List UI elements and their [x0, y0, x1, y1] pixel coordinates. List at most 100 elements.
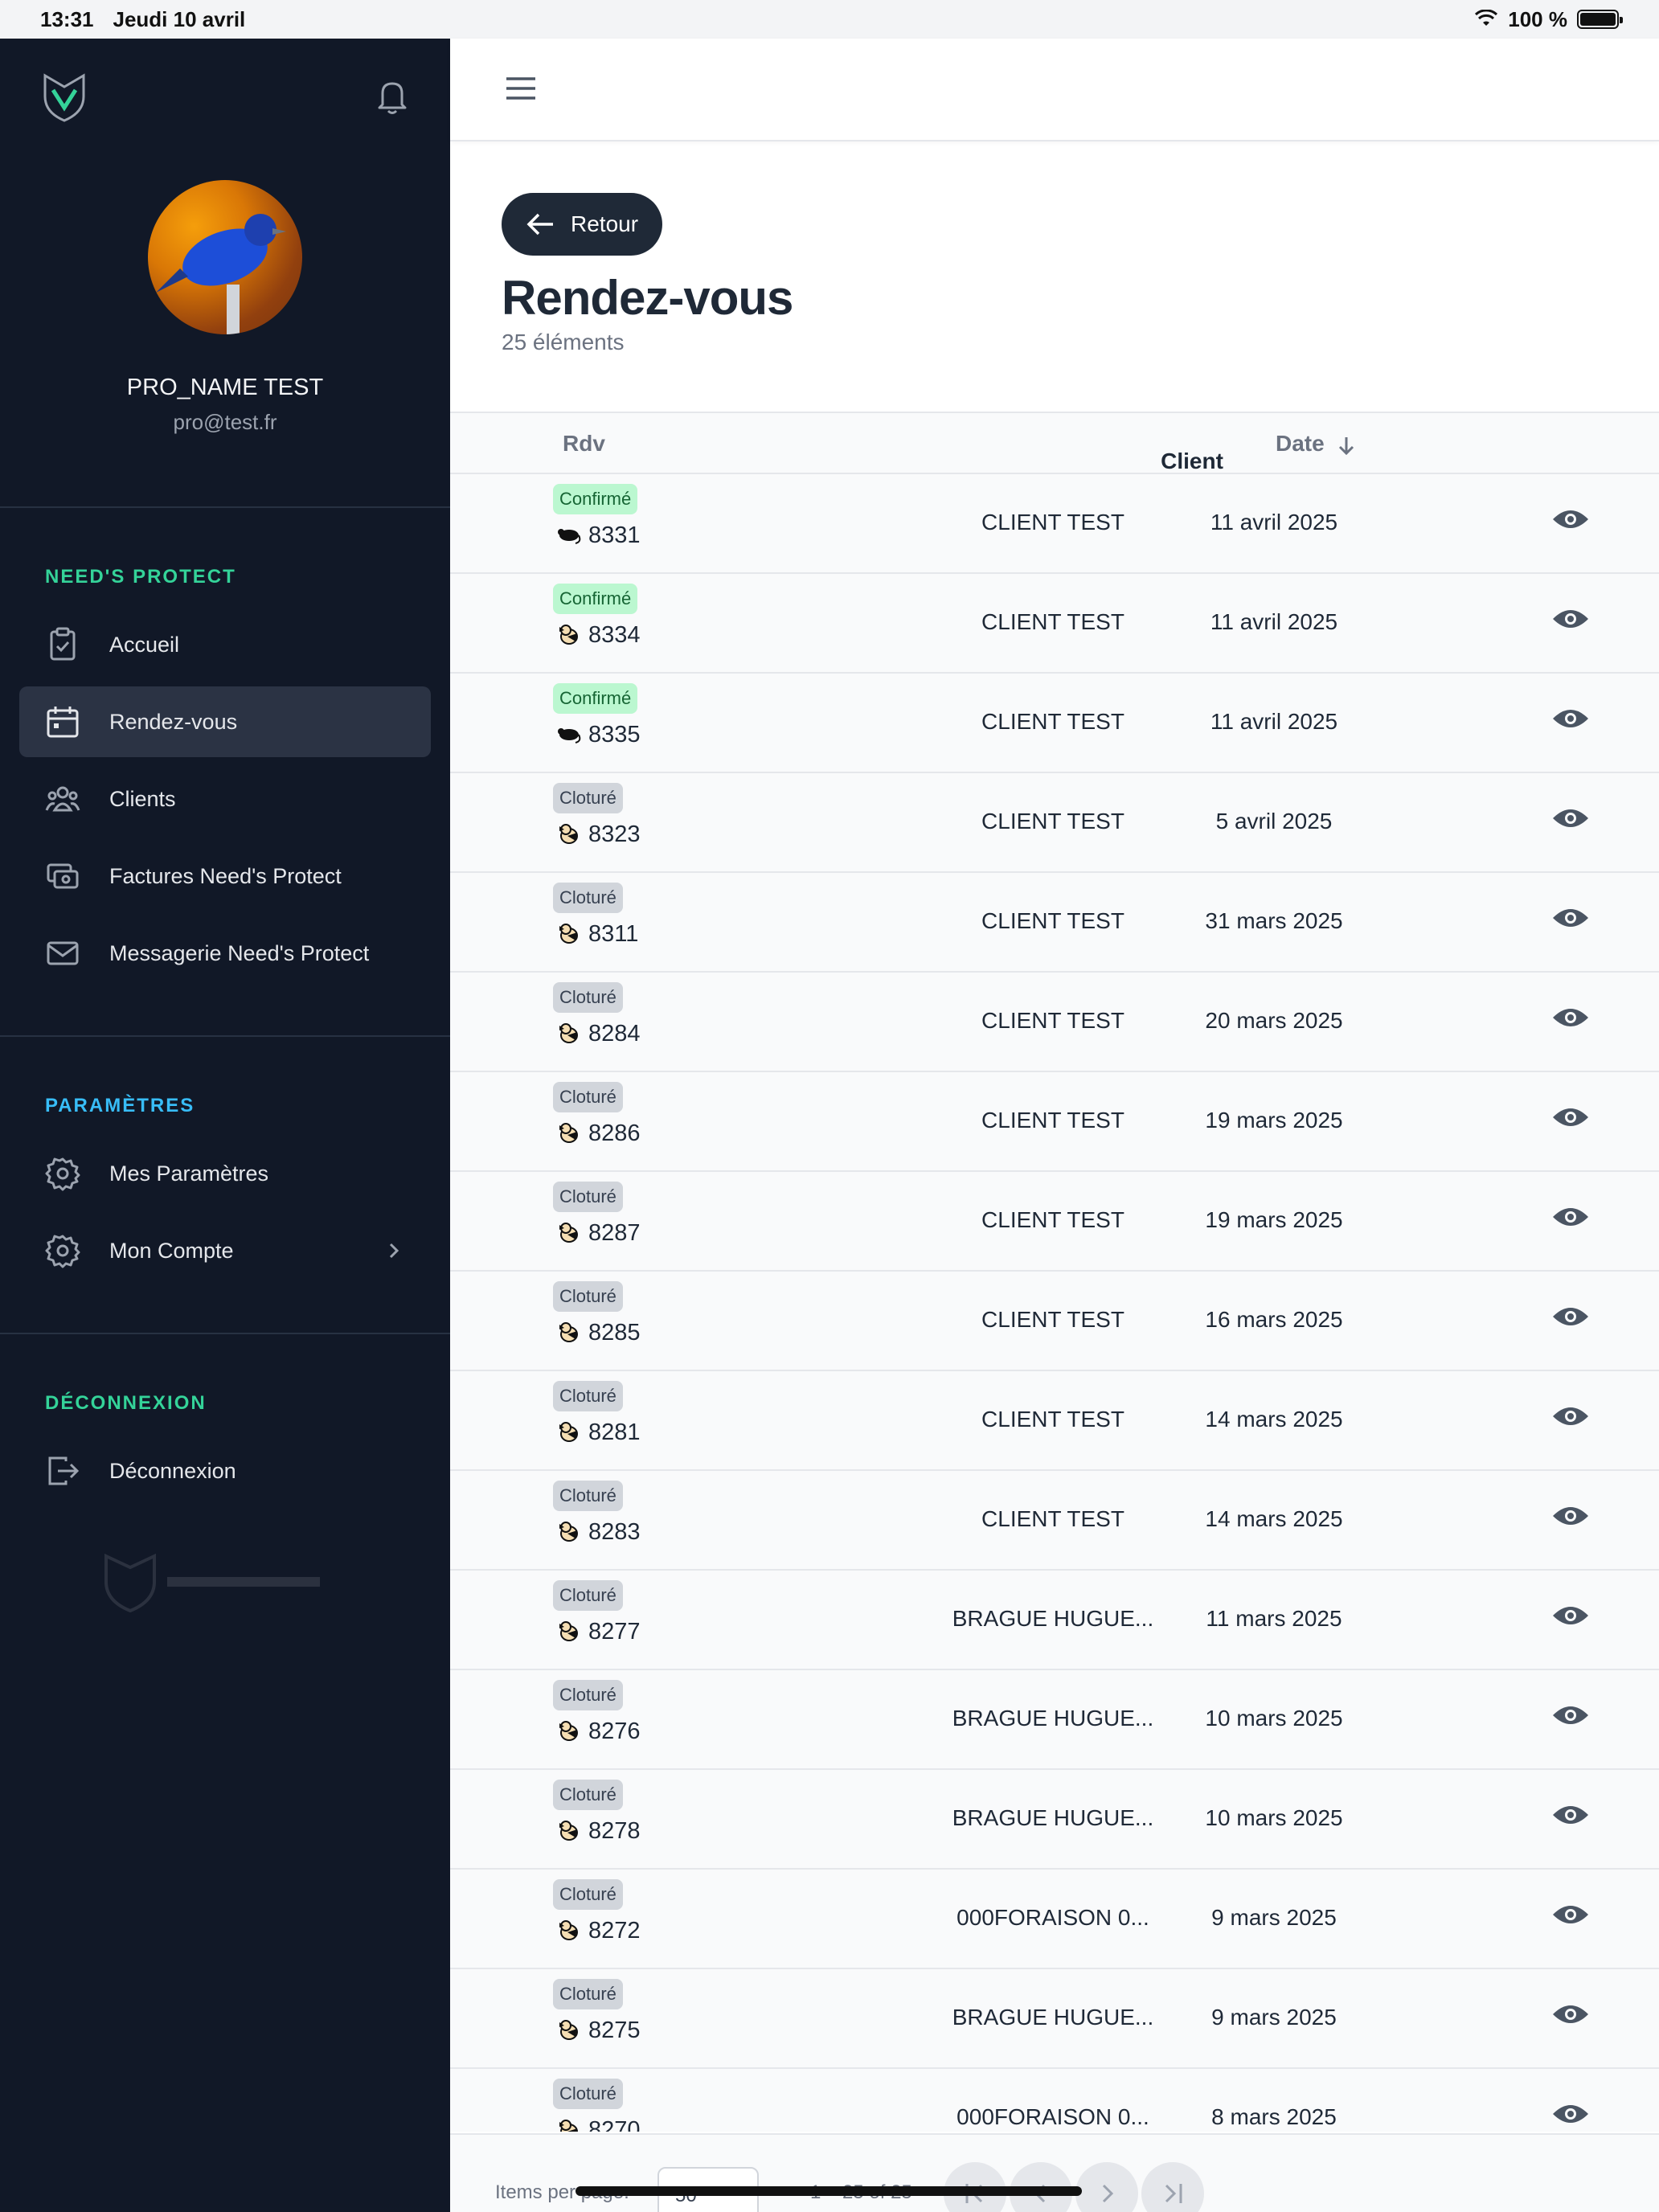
eye-icon[interactable]: [1551, 1900, 1590, 1929]
sidebar-item-mes-parametres[interactable]: Mes Paramètres: [19, 1138, 431, 1209]
pagination-bar: Items per page: 50 1 – 25 of 25: [450, 2133, 1659, 2212]
appointment-date: 9 mars 2025: [1211, 1905, 1337, 1930]
status-badge: Cloturé: [553, 1381, 623, 1411]
clipboard-check-icon: [50, 627, 76, 661]
eye-icon[interactable]: [1551, 2000, 1590, 2029]
table-row[interactable]: Confirmé 8334 CLIENT TEST 11 avril 2025: [450, 574, 1659, 674]
appointment-date: 10 mars 2025: [1205, 1706, 1343, 1731]
table-row[interactable]: Cloturé 8278 BRAGUE HUGUE... 10 mars 2025: [450, 1770, 1659, 1870]
table-row[interactable]: Cloturé 8285 CLIENT TEST 16 mars 2025: [450, 1272, 1659, 1371]
last-page-button[interactable]: [1141, 2162, 1204, 2212]
sidebar-item-deconnexion[interactable]: Déconnexion: [19, 1436, 431, 1506]
appointment-date: 16 mars 2025: [1205, 1307, 1343, 1332]
appointment-date: 5 avril 2025: [1215, 809, 1333, 834]
table-row[interactable]: Cloturé 8277 BRAGUE HUGUE... 11 mars 2025: [450, 1571, 1659, 1670]
eye-icon[interactable]: [1551, 1402, 1590, 1431]
page-title: Rendez-vous: [502, 271, 793, 325]
bird-icon: [559, 1721, 578, 1741]
bird-icon: [559, 1821, 578, 1841]
rodent-icon: [558, 728, 581, 743]
table-row[interactable]: Cloturé 8276 BRAGUE HUGUE... 10 mars 2025: [450, 1670, 1659, 1770]
watermark-logo-icon: [104, 1553, 320, 1613]
sidebar-item-clients[interactable]: Clients: [19, 764, 431, 834]
table-row[interactable]: Cloturé 8323 CLIENT TEST 5 avril 2025: [450, 773, 1659, 873]
appointment-id: 8286: [588, 1120, 641, 1146]
status-date: Jeudi 10 avril: [113, 6, 246, 31]
rodent-icon: [558, 529, 581, 544]
bird-icon: [559, 1522, 578, 1542]
sidebar-item-factures[interactable]: Factures Need's Protect: [19, 841, 431, 911]
status-badge: Confirmé: [553, 484, 638, 514]
logout-icon: [48, 1456, 80, 1485]
avatar[interactable]: [148, 180, 302, 334]
table-row[interactable]: Cloturé 8287 CLIENT TEST 19 mars 2025: [450, 1172, 1659, 1272]
column-header-date[interactable]: Date: [1276, 431, 1325, 457]
back-button[interactable]: Retour: [502, 193, 662, 256]
appointment-date: 11 mars 2025: [1206, 1606, 1342, 1631]
sidebar-item-accueil[interactable]: Accueil: [19, 609, 431, 680]
table-row[interactable]: Cloturé 8286 CLIENT TEST 19 mars 2025: [450, 1072, 1659, 1172]
table-row[interactable]: Cloturé 8284 CLIENT TEST 20 mars 2025: [450, 973, 1659, 1072]
table-row[interactable]: Cloturé 8275 BRAGUE HUGUE... 9 mars 2025: [450, 1969, 1659, 2069]
eye-icon[interactable]: [1551, 1302, 1590, 1331]
eye-icon[interactable]: [1551, 804, 1590, 833]
top-bar: [450, 39, 1659, 141]
bird-icon: [559, 1223, 578, 1243]
status-badge: Cloturé: [553, 883, 623, 913]
table-row[interactable]: Confirmé 8335 CLIENT TEST 11 avril 2025: [450, 674, 1659, 773]
page-subtitle: 25 éléments: [502, 330, 625, 354]
chevron-right-icon: [389, 1243, 399, 1259]
arrow-down-icon[interactable]: [1337, 436, 1355, 457]
eye-icon[interactable]: [1551, 1003, 1590, 1032]
home-indicator[interactable]: [576, 2186, 1082, 2196]
sidebar-item-messagerie[interactable]: Messagerie Need's Protect: [19, 918, 431, 989]
table-row[interactable]: Cloturé 8311 CLIENT TEST 31 mars 2025: [450, 873, 1659, 973]
eye-icon[interactable]: [1551, 1601, 1590, 1630]
sidebar-item-rendez-vous[interactable]: Rendez-vous: [19, 686, 431, 757]
back-button-label: Retour: [571, 211, 639, 236]
appointment-id: 8270: [588, 2117, 641, 2132]
bird-icon: [559, 1422, 578, 1442]
eye-icon[interactable]: [1551, 1800, 1590, 1829]
bell-icon[interactable]: [375, 77, 410, 116]
sidebar-item-label: Clients: [109, 786, 176, 811]
bird-photo-icon: [156, 214, 286, 334]
eye-icon[interactable]: [1551, 1103, 1590, 1132]
eye-icon[interactable]: [1551, 1701, 1590, 1730]
eye-icon[interactable]: [1551, 704, 1590, 733]
appointment-date: 14 mars 2025: [1205, 1506, 1343, 1531]
eye-icon[interactable]: [1551, 505, 1590, 534]
bird-icon: [559, 625, 578, 645]
table-row[interactable]: Cloturé 8270 000FORAISON 0... 8 mars 2025: [450, 2069, 1659, 2132]
hamburger-menu-icon[interactable]: [505, 76, 537, 101]
bird-icon: [559, 1920, 578, 1940]
status-time: 13:31: [40, 6, 94, 31]
table-row[interactable]: Cloturé 8281 CLIENT TEST 14 mars 2025: [450, 1371, 1659, 1471]
appointment-id: 8311: [588, 921, 639, 947]
appointment-id: 8275: [588, 2017, 641, 2043]
appointment-date: 14 mars 2025: [1205, 1407, 1343, 1432]
sidebar-item-label: Factures Need's Protect: [109, 863, 342, 888]
status-badge: Cloturé: [553, 1879, 623, 1910]
bird-icon: [559, 824, 578, 844]
appointment-id: 8283: [588, 1519, 641, 1545]
eye-icon[interactable]: [1551, 903, 1590, 932]
appointment-id: 8276: [588, 1718, 641, 1744]
gear-icon: [45, 1235, 80, 1268]
column-header-client[interactable]: Client: [911, 449, 1473, 474]
status-badge: Cloturé: [553, 1481, 623, 1511]
sidebar: PRO_NAME TEST pro@test.fr NEED'S PROTECT…: [0, 39, 450, 2212]
app-logo-icon[interactable]: [42, 72, 87, 122]
table-row[interactable]: Confirmé 8331 CLIENT TEST 11 avril 2025: [450, 474, 1659, 574]
eye-icon[interactable]: [1551, 604, 1590, 633]
table-row[interactable]: Cloturé 8283 CLIENT TEST 14 mars 2025: [450, 1471, 1659, 1571]
column-header-rdv[interactable]: Rdv: [563, 431, 605, 457]
eye-icon[interactable]: [1551, 2099, 1590, 2128]
status-badge: Cloturé: [553, 1281, 623, 1312]
eye-icon[interactable]: [1551, 1202, 1590, 1231]
next-page-button[interactable]: [1075, 2162, 1138, 2212]
sidebar-item-mon-compte[interactable]: Mon Compte: [19, 1215, 431, 1286]
table-body: Confirmé 8331 CLIENT TEST 11 avril 2025 Conf…: [450, 474, 1659, 2132]
table-row[interactable]: Cloturé 8272 000FORAISON 0... 9 mars 2025: [450, 1870, 1659, 1969]
eye-icon[interactable]: [1551, 1501, 1590, 1530]
